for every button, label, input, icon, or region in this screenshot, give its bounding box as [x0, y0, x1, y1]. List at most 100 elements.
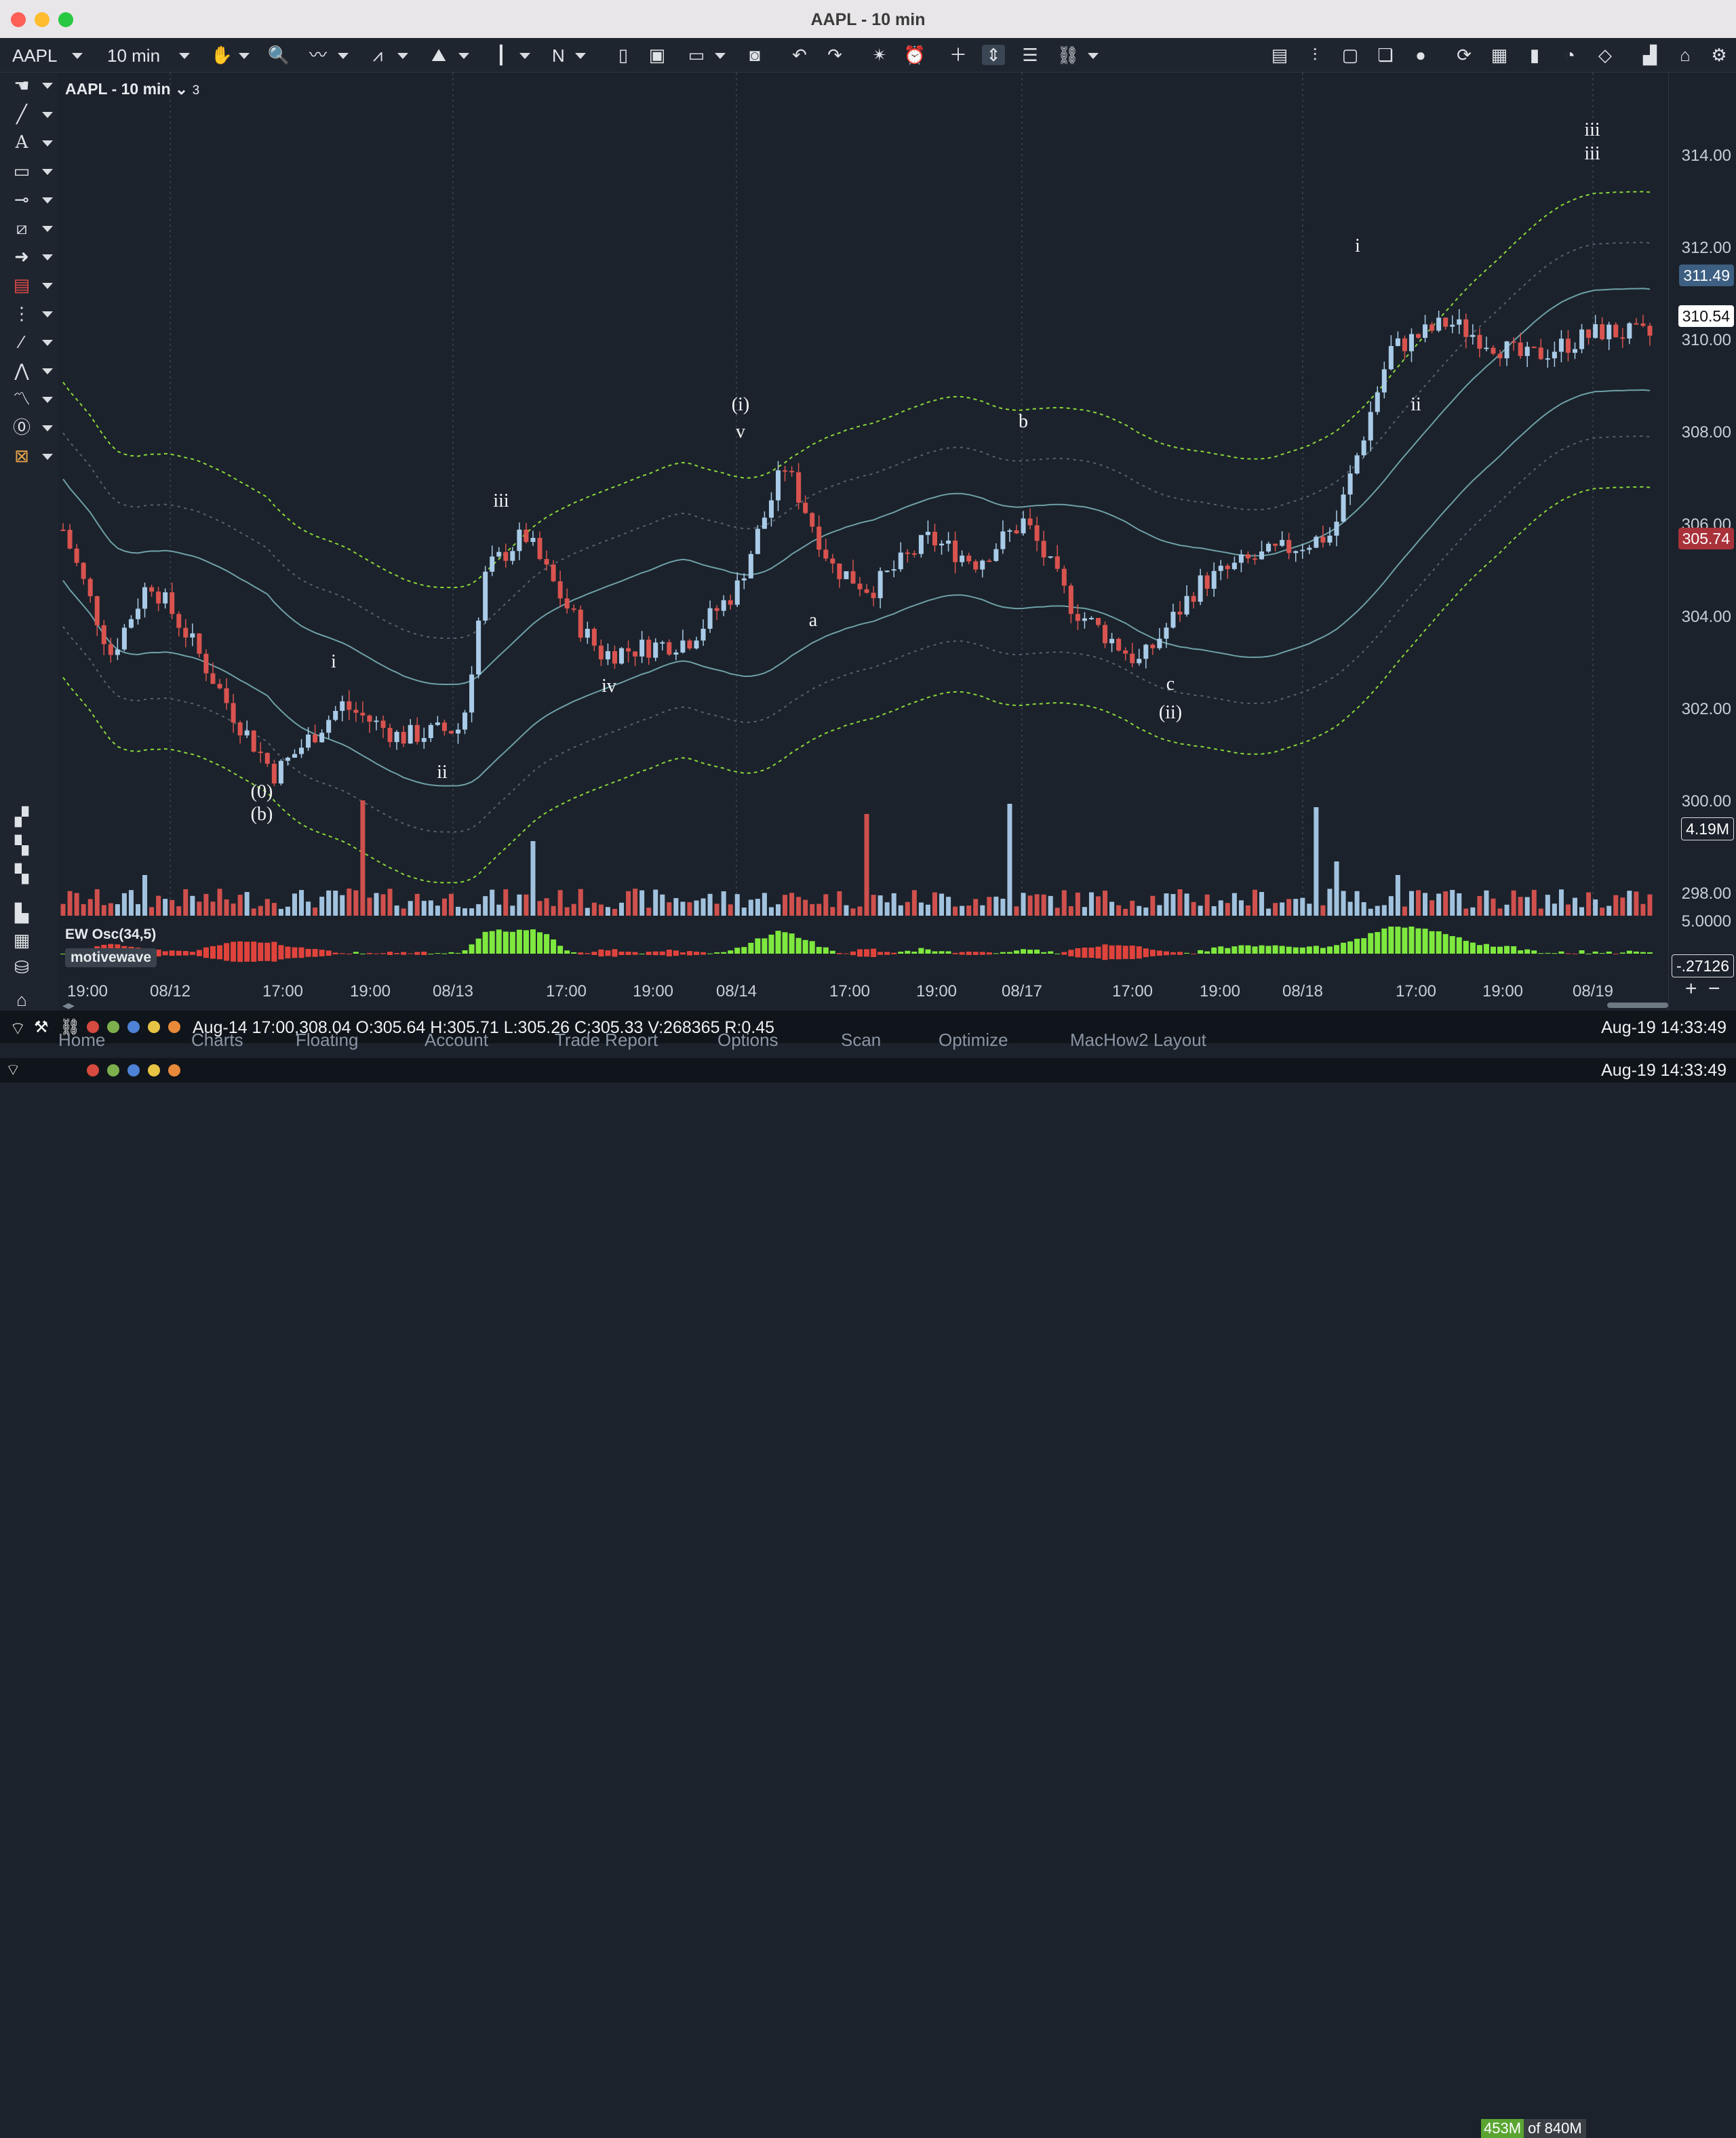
chevron-down-icon[interactable]	[458, 53, 469, 59]
chevron-down-icon[interactable]	[42, 283, 53, 289]
tab-floating[interactable]: Floating	[296, 1030, 359, 1051]
new-document-icon[interactable]: ▯	[612, 45, 635, 65]
chevron-down-icon[interactable]	[42, 169, 53, 175]
chevron-down-icon[interactable]	[1088, 53, 1099, 59]
area-chart-icon[interactable]: ⛰	[427, 45, 450, 65]
horizontal-line-icon[interactable]: ⊸	[8, 188, 35, 211]
save-icon[interactable]: ▣	[646, 45, 669, 65]
auto-scale-icon[interactable]: ⇕	[982, 45, 1005, 65]
gauge-icon[interactable]: ◔	[1558, 45, 1581, 65]
chevron-down-icon[interactable]	[519, 53, 530, 59]
database-icon[interactable]: ⛁	[8, 956, 35, 979]
camera-icon[interactable]: ◙	[743, 45, 766, 65]
link-icon[interactable]: ⛓	[1057, 45, 1080, 65]
tab-scan[interactable]: Scan	[841, 1030, 881, 1051]
chevron-down-icon[interactable]	[42, 368, 53, 374]
chevron-down-icon[interactable]	[239, 53, 250, 59]
menu-icon[interactable]: ☰	[1019, 45, 1042, 65]
grid-tool-icon[interactable]: ⋮	[8, 302, 35, 325]
hand-pointer-icon[interactable]: ☚	[8, 74, 35, 97]
chevron-down-icon[interactable]	[715, 53, 726, 59]
chevron-down-icon[interactable]	[42, 311, 53, 317]
layers-icon[interactable]: ❏	[1374, 45, 1397, 65]
blue-link-dot[interactable]	[127, 1064, 140, 1076]
magic-wand-icon[interactable]: ✴	[868, 45, 891, 65]
chevron-down-icon[interactable]	[42, 425, 53, 431]
gear-icon[interactable]: ⚙	[1708, 45, 1731, 65]
crosshair-icon[interactable]: ＋	[947, 45, 970, 65]
yellow-link-dot[interactable]	[148, 1064, 160, 1076]
stack-icon[interactable]: ▚	[8, 834, 35, 857]
table-icon[interactable]: ▦	[1488, 45, 1511, 65]
chevron-down-icon[interactable]	[42, 112, 53, 118]
tab-optimize[interactable]: Optimize	[939, 1030, 1008, 1051]
alarm-icon[interactable]: ⏰	[903, 45, 926, 65]
chevron-down-icon[interactable]	[42, 340, 53, 346]
order-panel-icon[interactable]: ▤	[1268, 45, 1291, 65]
grid-icon[interactable]: ▦	[8, 929, 35, 952]
chevron-down-icon[interactable]	[42, 454, 53, 460]
interval-selector[interactable]: 10 min	[107, 38, 160, 72]
zigzag-tool-icon[interactable]: 〽	[8, 387, 35, 410]
chevron-down-icon[interactable]	[338, 53, 349, 59]
components-icon[interactable]: ▞	[8, 805, 35, 828]
tab-layout[interactable]: MacHow2 Layout	[1070, 1030, 1206, 1051]
color-fill-icon[interactable]: ▤	[8, 273, 35, 296]
line-chart-icon[interactable]: 〰	[307, 45, 330, 65]
chevron-down-icon[interactable]	[42, 397, 53, 403]
candle-type-icon[interactable]: ┃	[490, 45, 513, 65]
study-selector[interactable]: N	[552, 38, 565, 72]
wave-number-icon[interactable]: ⓪	[8, 416, 35, 439]
fib-tool-icon[interactable]: ⧄	[8, 216, 35, 239]
symbol-selector[interactable]: AAPL	[12, 38, 58, 72]
tab-charts[interactable]: Charts	[191, 1030, 243, 1051]
chevron-down-icon[interactable]	[575, 53, 586, 59]
color-icon[interactable]: ●	[1409, 45, 1432, 65]
plus-icon[interactable]: +	[1685, 977, 1697, 1000]
redo-icon[interactable]: ↷	[823, 45, 846, 65]
zoom-icon[interactable]: 🔍	[267, 45, 290, 65]
refresh-icon[interactable]: ⟳	[1453, 45, 1476, 65]
window-icon[interactable]: ▢	[1339, 45, 1362, 65]
wave-draw-icon[interactable]: ⋀	[8, 359, 35, 382]
chevron-down-icon[interactable]	[42, 140, 53, 147]
chevron-down-icon[interactable]: ⌄	[175, 80, 188, 98]
chevron-down-icon[interactable]	[179, 53, 190, 59]
dom-icon[interactable]: ⫶	[1303, 45, 1326, 65]
arrow-tool-icon[interactable]: ➜	[8, 245, 35, 268]
price-chart[interactable]: (0) (b) i ii iii iv (i) v a b c (ii) i ii iii iii	[58, 73, 1668, 1011]
stack2-icon[interactable]: ▚	[8, 862, 35, 885]
chart-title[interactable]: AAPL - 10 min ⌄ 3	[65, 80, 199, 98]
chevron-down-icon[interactable]	[42, 197, 53, 203]
memory-indicator[interactable]: 453M of 840M	[1481, 2119, 1586, 2138]
oscillator-title[interactable]: EW Osc(34,5)	[65, 927, 156, 943]
tab-trade-report[interactable]: Trade Report	[555, 1030, 658, 1051]
house-gear-icon[interactable]: ⌂	[1674, 45, 1697, 65]
price-axis[interactable]: 314.00 312.00 310.00 308.00 306.00 304.00 302.…	[1668, 73, 1736, 1011]
undo-icon[interactable]: ↶	[788, 45, 811, 65]
green-link-dot[interactable]	[107, 1064, 119, 1076]
horizontal-scrollbar[interactable]	[1607, 1003, 1668, 1008]
chevron-down-icon[interactable]	[72, 53, 83, 59]
chevron-down-icon[interactable]	[42, 226, 53, 232]
minus-icon[interactable]: −	[1708, 977, 1720, 1000]
ticket-icon[interactable]: ◇	[1594, 45, 1617, 65]
pattern-tool-icon[interactable]: ⊠	[8, 444, 35, 467]
book-icon[interactable]: ▮	[1523, 45, 1546, 65]
rectangle-tool-icon[interactable]: ▭	[8, 159, 35, 182]
line-tool-icon[interactable]: ╱	[8, 102, 35, 125]
open-folder-icon[interactable]: ▭	[685, 45, 708, 65]
wave-tool-icon[interactable]: ⩘	[366, 45, 389, 65]
tab-home[interactable]: Home	[58, 1030, 105, 1051]
tab-account[interactable]: Account	[425, 1030, 488, 1051]
chevron-down-icon[interactable]	[42, 83, 53, 89]
chevron-down-icon[interactable]	[397, 53, 408, 59]
hand-tool-icon[interactable]: ✋	[210, 45, 233, 65]
text-tool-icon[interactable]: A	[8, 131, 35, 154]
house-icon[interactable]: ⌂	[8, 988, 35, 1011]
shapes-icon[interactable]: ▟	[1638, 45, 1661, 65]
tab-options[interactable]: Options	[717, 1030, 778, 1051]
trend-tool-icon[interactable]: ⁄	[8, 330, 35, 353]
chevron-down-icon[interactable]	[42, 254, 53, 260]
orange-link-dot[interactable]	[168, 1064, 180, 1076]
